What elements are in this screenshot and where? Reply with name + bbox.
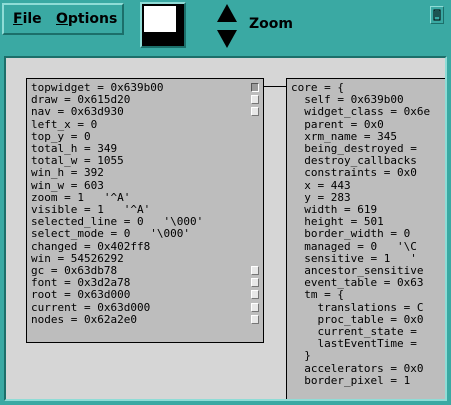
node-field-row[interactable]: event_table = 0x63 [291,277,423,289]
node-field-row[interactable]: nodes = 0x62a2e0 [31,313,137,326]
node-field-row[interactable]: being_destroyed = [291,143,417,155]
expand-pointer-button[interactable] [251,302,259,312]
node-field-row[interactable]: lastEventTime = [291,338,416,350]
panner-view-rect[interactable] [144,6,176,32]
struct-node-core[interactable]: core = { self = 0x639b00 widget_class = … [286,78,445,399]
node-field-row[interactable]: } [291,350,311,362]
node-field-row[interactable]: y = 283 [291,191,350,204]
node-field-row[interactable]: visible = 1 '^A' [31,204,150,216]
node-field-row[interactable]: proc_table = 0x0 [291,313,423,326]
node-field-row[interactable]: draw = 0x615d20 [31,94,130,106]
toolbar: File Options Zoom [0,0,451,54]
node-field-row[interactable]: ancestor_sensitive [291,265,423,277]
node-field-row[interactable]: accelerators = 0x0 [291,362,423,375]
node-field-row[interactable]: root = 0x63d000 [31,289,130,301]
node-field-row[interactable]: gc = 0x63db78 [31,265,117,277]
node-field-row[interactable]: constraints = 0x0 [291,167,417,179]
node-field-row[interactable]: xrm_name = 345 [291,130,397,143]
node-field-row[interactable]: select_mode = 0 '\000' [31,228,190,240]
node-field-row[interactable]: topwidget = 0x639b00 [31,82,163,94]
expand-pointer-button[interactable] [251,314,259,324]
node-field-row[interactable]: self = 0x639b00 [291,94,403,106]
node-field-row[interactable]: x = 443 [291,179,350,192]
expand-pointer-button[interactable] [251,266,259,275]
node-field-row[interactable]: destroy_callbacks [291,155,417,167]
zoom-out-arrow-icon[interactable] [217,30,237,48]
node-field-row[interactable]: widget_class = 0x6e [291,106,430,118]
zoom-label: Zoom [249,16,293,32]
node-field-row[interactable]: zoom = 1 '^A' [31,191,130,204]
node-field-row[interactable]: win_h = 392 [31,167,104,179]
node-field-row[interactable]: parent = 0x0 [291,118,383,131]
window-menu-button[interactable] [430,6,444,24]
menu-bar: File Options [2,3,124,35]
node-field-row[interactable]: top_y = 0 [31,130,91,143]
node-field-row[interactable]: managed = 0 '\C [291,240,417,253]
struct-node-viewer[interactable]: topwidget = 0x639b00 draw = 0x615d20 nav =… [26,78,264,343]
node-field-row[interactable]: translations = C [291,301,423,314]
node-field-row[interactable]: border_width = 0 [291,228,410,240]
overview-panner[interactable] [140,2,186,48]
node-field-row[interactable]: win = 54526292 [31,252,124,265]
node-field-row[interactable]: tm = { [291,289,344,301]
expand-pointer-button[interactable] [251,83,259,92]
expand-pointer-button[interactable] [251,95,259,105]
node-field-row[interactable]: win_w = 603 [31,179,104,192]
expand-pointer-button[interactable] [251,290,259,300]
node-field-row[interactable]: nav = 0x63d930 [31,106,124,118]
node-field-row[interactable]: total_h = 349 [31,143,117,155]
node-field-row[interactable]: current = 0x63d000 [31,301,150,314]
expand-pointer-button[interactable] [251,278,259,288]
node-connector-line [264,86,288,87]
node-field-row[interactable]: width = 619 [291,204,377,216]
window-menu-icon [433,9,441,21]
data-display-canvas[interactable]: topwidget = 0x639b00 draw = 0x615d20 nav =… [4,56,447,401]
menu-file[interactable]: File [13,11,42,27]
menu-options[interactable]: Options [56,11,117,27]
node-field-row[interactable]: selected_line = 0 '\000' [31,216,203,228]
zoom-in-arrow-icon[interactable] [217,4,237,22]
node-field-row[interactable]: left_x = 0 [31,118,97,131]
node-field-row[interactable]: border_pixel = 1 [291,374,410,387]
expand-pointer-button[interactable] [251,107,259,117]
node-field-row[interactable]: sensitive = 1 ' [291,252,417,265]
node-field-row[interactable]: changed = 0x402ff8 [31,240,150,253]
node-field-row[interactable]: core = { [291,82,344,94]
node-field-row[interactable]: total_w = 1055 [31,155,124,167]
node-field-row[interactable]: height = 501 [291,216,383,228]
node-field-row[interactable]: current_state = [291,326,416,338]
node-field-row[interactable]: font = 0x3d2a78 [31,277,130,289]
zoom-arrows [217,4,237,48]
